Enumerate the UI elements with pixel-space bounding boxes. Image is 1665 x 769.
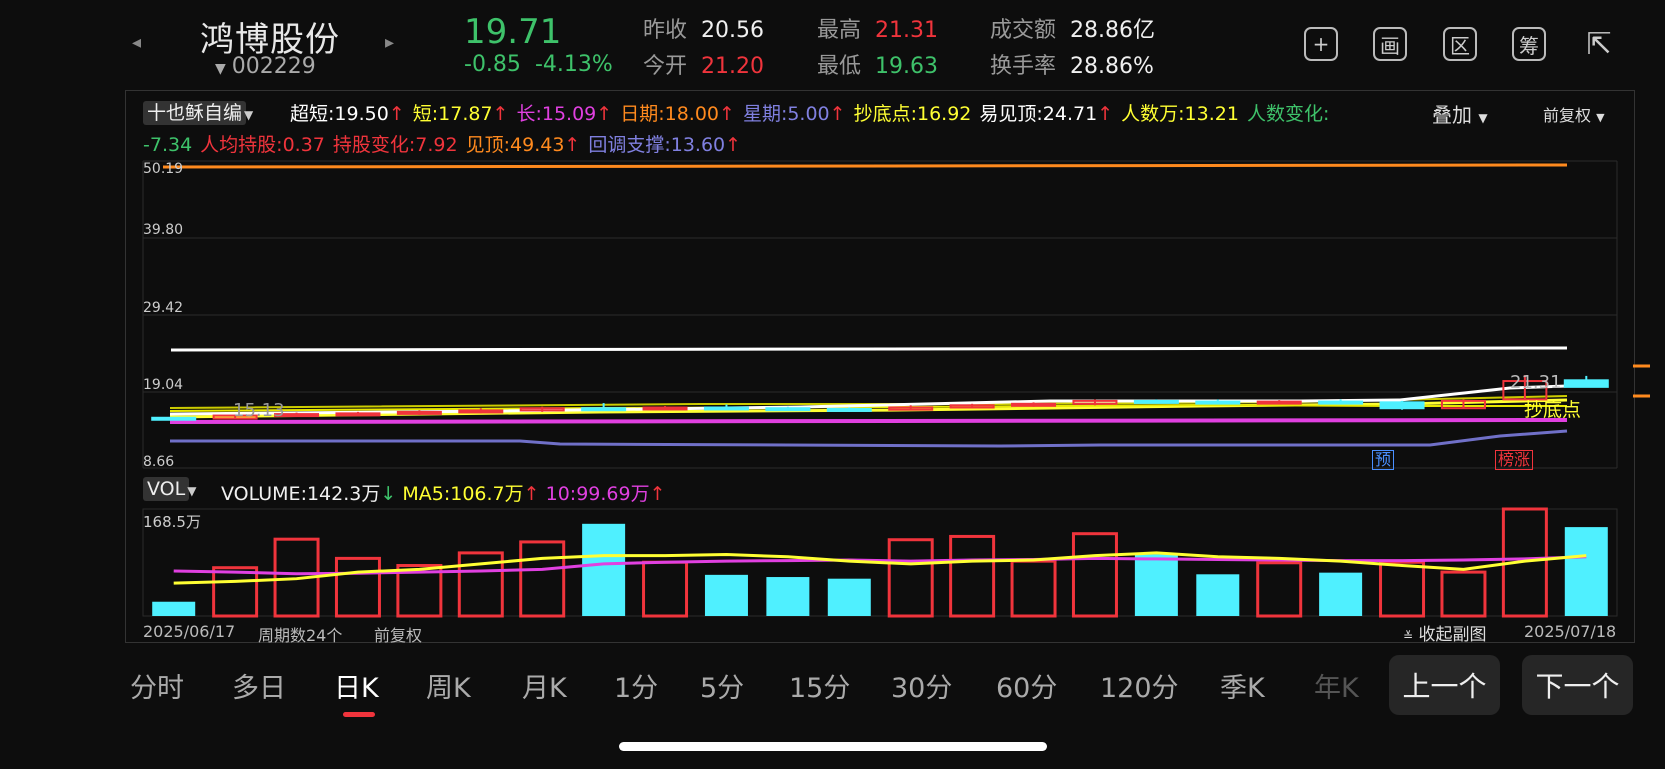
prev-button[interactable]: 上一个 — [1389, 655, 1500, 715]
tab-2[interactable]: 日K — [334, 666, 379, 705]
candle-body — [458, 409, 504, 414]
tab-12[interactable]: 年K — [1314, 666, 1359, 705]
candle-body — [396, 410, 442, 415]
volume-bar — [1564, 527, 1608, 616]
candle-body — [703, 406, 749, 411]
tab-6[interactable]: 5分 — [700, 666, 744, 705]
volume-bar — [827, 578, 871, 616]
ma5-line — [173, 551, 1587, 585]
volume-bar — [1379, 560, 1426, 618]
tab-3[interactable]: 周K — [426, 666, 471, 705]
active-tab-indicator — [343, 712, 375, 717]
end-date: 2025/07/18 — [1524, 622, 1617, 641]
tab-0[interactable]: 分时 — [130, 666, 184, 705]
candlesticks — [151, 375, 1609, 421]
price-chart — [142, 160, 1650, 618]
candle-body — [1195, 400, 1241, 405]
volume-bar — [152, 601, 196, 616]
y-tick: 8.66 — [143, 454, 175, 470]
candle-body — [151, 416, 197, 421]
volume-bar — [212, 566, 259, 618]
volume-bar — [1319, 572, 1363, 616]
candle-body — [642, 406, 688, 411]
volume-bar — [704, 574, 748, 616]
long-line — [169, 418, 1568, 424]
volume-bar — [582, 523, 626, 616]
indicator-lines — [162, 163, 1650, 448]
adjust-label: 前复权 — [374, 626, 423, 645]
tab-11[interactable]: 季K — [1220, 666, 1265, 705]
tab-8[interactable]: 30分 — [891, 666, 952, 705]
candle-body — [1563, 379, 1609, 388]
candle-body — [826, 407, 872, 412]
volume-bar — [766, 577, 810, 616]
y-tick: 19.04 — [143, 377, 184, 393]
double-chevron-down-icon: ≚ — [1403, 629, 1414, 643]
y-tick: 39.80 — [143, 222, 184, 238]
candle-body — [1379, 401, 1425, 410]
ranking-tag[interactable]: 榜涨 — [1495, 450, 1534, 470]
home-indicator[interactable] — [619, 742, 1047, 751]
signal-label: 抄底点 — [1524, 399, 1582, 421]
volume-indicator-selector[interactable]: VOL ▼ — [143, 477, 197, 501]
forecast-tag[interactable]: 预 — [1372, 450, 1395, 470]
volume-values: VOLUME:142.3万↓ MA5:106.7万↑ 10:99.69万↑ — [221, 483, 666, 505]
tab-9[interactable]: 60分 — [996, 666, 1057, 705]
collapse-subchart-button[interactable]: ≚ 收起副图 — [1403, 620, 1486, 645]
volume-bar — [1440, 570, 1487, 618]
volume-bar — [519, 540, 566, 618]
volume-bar — [887, 538, 934, 618]
tab-7[interactable]: 15分 — [789, 666, 850, 705]
volume-bar — [1134, 554, 1178, 616]
candle-body — [765, 407, 811, 412]
volume-bar — [334, 556, 381, 618]
volume-bar — [1071, 532, 1118, 618]
candle-body — [1011, 402, 1057, 407]
high-price-label: 21.31 — [1510, 372, 1562, 393]
y-tick: 50.19 — [143, 161, 184, 177]
y-tick: 29.42 — [143, 300, 184, 316]
volume-bar — [1196, 574, 1240, 616]
tab-5[interactable]: 1分 — [614, 666, 658, 705]
easy-top-line — [170, 346, 1568, 352]
top-line — [162, 163, 1568, 169]
period-count: 周期数24个 — [258, 626, 343, 645]
candle-body — [1133, 399, 1179, 404]
support-line — [170, 429, 1568, 448]
start-date: 2025/06/17 — [143, 622, 236, 641]
candle-body — [1318, 400, 1364, 405]
volume-bar — [1256, 561, 1303, 618]
volume-bar — [949, 534, 996, 618]
volume-y-max: 168.5万 — [143, 513, 201, 531]
next-button[interactable]: 下一个 — [1522, 655, 1633, 715]
volume-indicator-name: VOL — [143, 477, 190, 501]
volume-bar — [642, 560, 689, 618]
volume-ma-lines — [173, 551, 1587, 585]
candle-body — [335, 412, 381, 417]
tab-10[interactable]: 120分 — [1100, 666, 1179, 705]
low-price-label: 15.13 — [233, 400, 285, 421]
volume-bar — [1010, 559, 1057, 618]
chevron-down-icon: ▼ — [187, 484, 197, 498]
candle-body — [581, 407, 627, 412]
candle-body — [1256, 400, 1302, 405]
tab-1[interactable]: 多日 — [232, 666, 286, 705]
tab-4[interactable]: 月K — [522, 666, 567, 705]
